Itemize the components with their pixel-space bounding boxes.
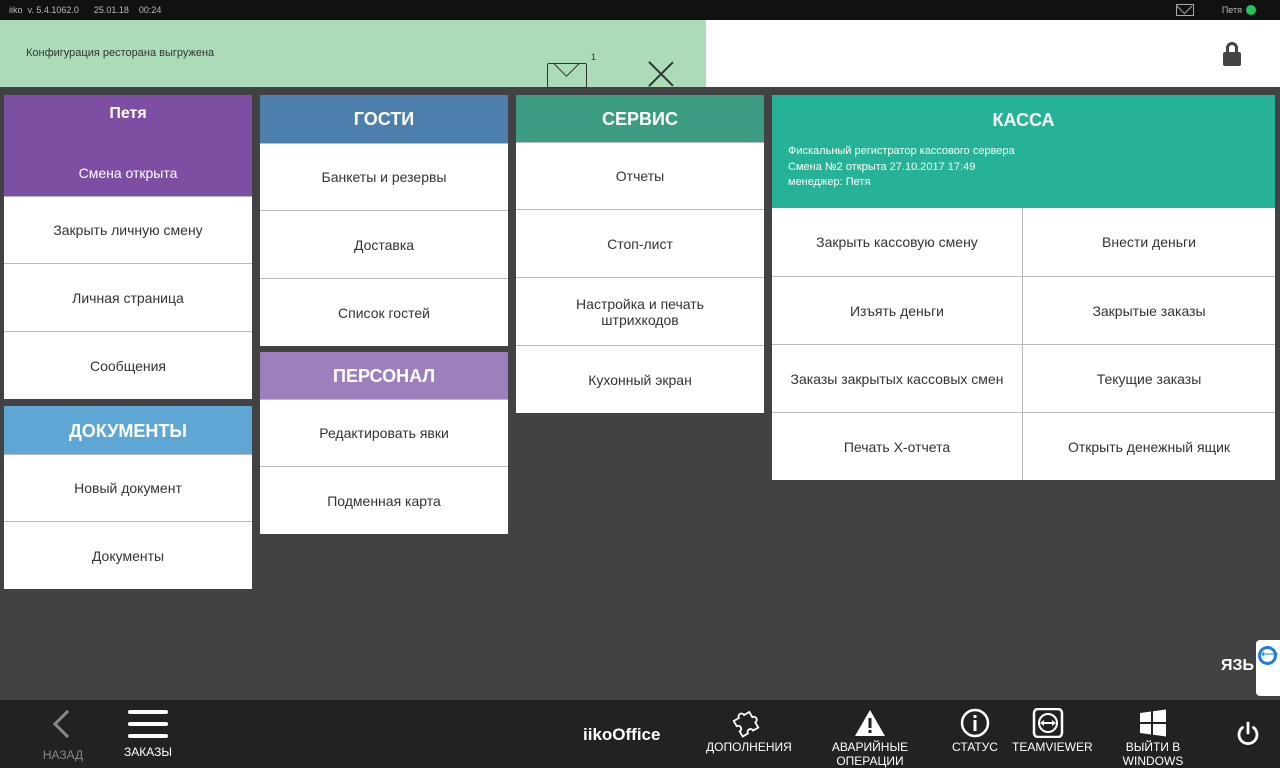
documents-panel: ДОКУМЕНТЫ Новый документ Документы [4, 406, 252, 589]
teamviewer-button[interactable]: TEAMVIEWER [1012, 707, 1093, 754]
cash-actions-grid: Закрыть кассовую смену Внести деньги Изъ… [772, 208, 1275, 480]
documents-header: ДОКУМЕНТЫ [4, 406, 252, 454]
close-cash-shift-button[interactable]: Закрыть кассовую смену [772, 208, 1023, 276]
barcode-settings-button[interactable]: Настройка и печать штрихкодов [516, 277, 764, 345]
closed-orders-button[interactable]: Закрытые заказы [1023, 276, 1275, 344]
power-icon [1237, 721, 1259, 746]
info-icon [959, 708, 991, 740]
orders-button[interactable]: ЗАКАЗЫ [122, 708, 174, 759]
service-header: СЕРВИС [516, 95, 764, 142]
teamviewer-label: TEAMVIEWER [1012, 740, 1093, 754]
personal-page-button[interactable]: Личная страница [4, 263, 252, 331]
cash-title: КАССА [992, 110, 1055, 130]
windows-icon [1137, 708, 1169, 740]
teamviewer-icon [1032, 707, 1064, 740]
staff-header: ПЕРСОНАЛ [260, 352, 508, 399]
messages-button[interactable]: Сообщения [4, 331, 252, 399]
manager-line: менеджер: Петя [788, 176, 871, 188]
new-document-button[interactable]: Новый документ [4, 454, 252, 521]
deposit-money-button[interactable]: Внести деньги [1023, 208, 1275, 276]
user-panel: Петя Смена открыта Закрыть личную смену … [4, 95, 252, 399]
addons-label: ДОПОЛНЕНИЯ [706, 740, 792, 754]
close-icon[interactable] [646, 59, 676, 89]
kitchen-screen-button[interactable]: Кухонный экран [516, 345, 764, 413]
guests-panel: ГОСТИ Банкеты и резервы Доставка Список … [260, 95, 508, 346]
warning-icon [854, 708, 886, 740]
delivery-button[interactable]: Доставка [260, 210, 508, 278]
close-personal-shift-button[interactable]: Закрыть личную смену [4, 196, 252, 263]
chevron-left-icon [52, 709, 82, 739]
status-label: СТАТУС [952, 740, 998, 754]
notification-bar: Конфигурация ресторана выгружена 1 [0, 20, 706, 89]
guests-header: ГОСТИ [260, 95, 508, 143]
reports-button[interactable]: Отчеты [516, 142, 764, 209]
version-info: iiko v. 5.4.1062.0 25.01.18 00:24 [9, 5, 162, 15]
status-button[interactable]: СТАТУС [952, 708, 998, 754]
teamviewer-icon [1258, 646, 1278, 665]
language-indicator[interactable]: ЯЗЬ [1221, 657, 1254, 675]
withdraw-money-button[interactable]: Изъять деньги [772, 276, 1023, 344]
teamviewer-side-tab[interactable] [1256, 640, 1280, 696]
exit-windows-button[interactable]: ВЫЙТИ В WINDOWS [1098, 708, 1208, 768]
current-user: Петя [1221, 5, 1242, 15]
cash-register-info: Фискальный регистратор кассового сервера… [788, 144, 1015, 191]
mail-icon[interactable] [1176, 4, 1194, 16]
substitute-card-button[interactable]: Подменная карта [260, 466, 508, 534]
envelope-icon[interactable] [547, 63, 587, 88]
user-name: Петя [109, 105, 147, 122]
shift-state[interactable]: Смена открыта [4, 165, 252, 181]
back-button[interactable]: НАЗАД [40, 708, 86, 762]
orders-label: ЗАКАЗЫ [124, 745, 172, 759]
closed-shift-orders-button[interactable]: Заказы закрытых кассовых смен [772, 344, 1023, 412]
notification-message: Конфигурация ресторана выгружена [26, 47, 215, 59]
user-panel-header: Петя Смена открыта [4, 95, 252, 196]
back-label: НАЗАД [42, 748, 84, 762]
cash-header: КАССА Фискальный регистратор кассового с… [772, 95, 1275, 208]
brand-logo: iikoOffice [583, 725, 661, 744]
power-button[interactable] [1234, 720, 1262, 748]
service-panel: СЕРВИС Отчеты Стоп-лист Настройка и печа… [516, 95, 764, 413]
cash-panel: КАССА Фискальный регистратор кассового с… [772, 95, 1275, 480]
documents-button[interactable]: Документы [4, 521, 252, 589]
shift-opened-line: Смена №2 открыта 27.10.2017 17:49 [788, 160, 976, 173]
emergency-label: АВАРИЙНЫЕ ОПЕРАЦИИ [831, 740, 909, 768]
bottom-toolbar: НАЗАД ЗАКАЗЫ iikoOffice ДОПОЛНЕНИЯ АВАРИ… [0, 700, 1280, 768]
open-cash-drawer-button[interactable]: Открыть денежный ящик [1023, 412, 1275, 480]
staff-panel: ПЕРСОНАЛ Редактировать явки Подменная ка… [260, 352, 508, 534]
stop-list-button[interactable]: Стоп-лист [516, 209, 764, 277]
message-count: 1 [591, 52, 597, 62]
online-status-icon [1246, 5, 1256, 15]
header-blank-area [706, 20, 1280, 87]
system-status-bar: iiko v. 5.4.1062.0 25.01.18 00:24 Петя [0, 0, 1280, 20]
emergency-operations-button[interactable]: АВАРИЙНЫЕ ОПЕРАЦИИ [803, 708, 937, 768]
fiscal-register-line: Фискальный регистратор кассового сервера [788, 145, 1015, 157]
addons-button[interactable]: ДОПОЛНЕНИЯ [706, 708, 792, 754]
print-x-report-button[interactable]: Печать Х-отчета [772, 412, 1023, 480]
current-orders-button[interactable]: Текущие заказы [1023, 344, 1275, 412]
puzzle-icon [731, 708, 763, 740]
banquets-button[interactable]: Банкеты и резервы [260, 143, 508, 210]
exit-windows-label: ВЫЙТИ В WINDOWS [1122, 740, 1184, 768]
lock-icon[interactable] [1223, 42, 1241, 66]
guest-list-button[interactable]: Список гостей [260, 278, 508, 346]
list-icon [128, 708, 168, 740]
edit-attendance-button[interactable]: Редактировать явки [260, 399, 508, 466]
